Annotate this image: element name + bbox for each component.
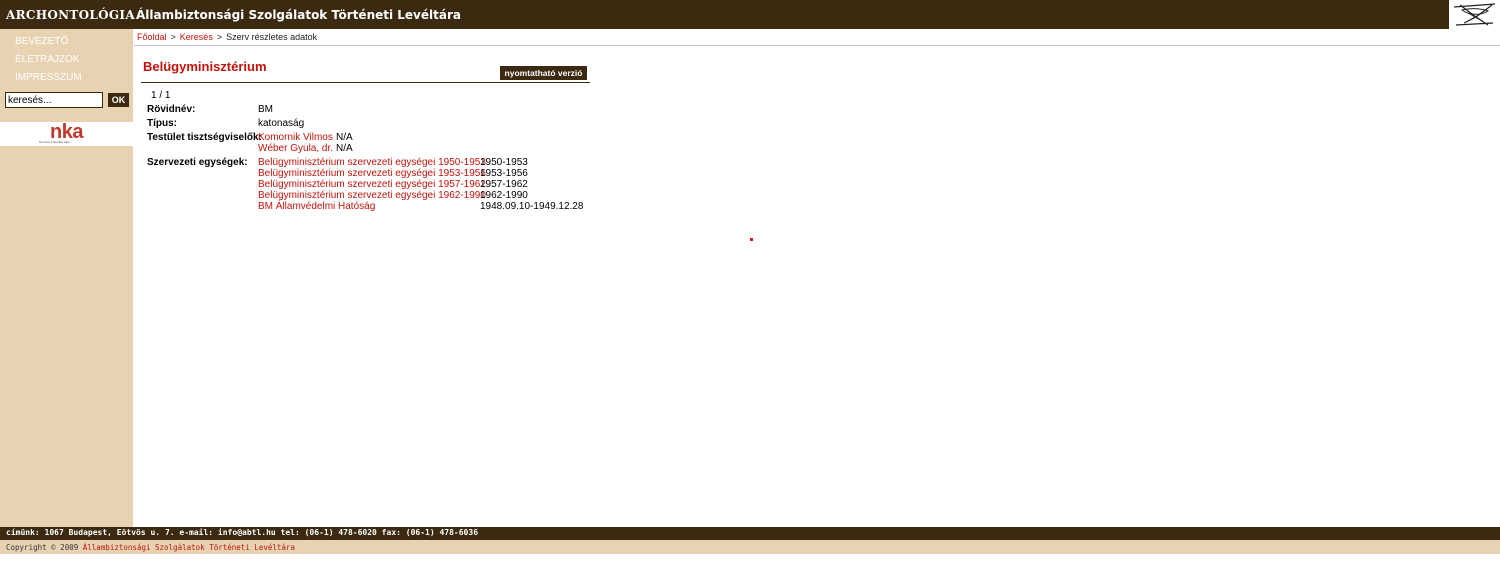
header-bar: ARCHONTOLÓGIA Állambiztonsági Szolgálato… bbox=[0, 0, 1500, 29]
search-ok-button[interactable]: OK bbox=[108, 93, 129, 107]
search-input[interactable] bbox=[5, 92, 103, 108]
field-label-rovidnev: Rövidnév: bbox=[147, 104, 196, 115]
field-value-tipus: katonaság bbox=[258, 118, 305, 129]
nav-impresszum[interactable]: IMPRESSZUM bbox=[15, 72, 82, 83]
copyright-org-link[interactable]: Állambiztonsági Szolgálatok Történeti Le… bbox=[83, 543, 295, 552]
unit-period: 1950-1953 bbox=[480, 157, 528, 168]
brand-title[interactable]: ARCHONTOLÓGIA bbox=[6, 8, 135, 22]
breadcrumb-search-link[interactable]: Keresés bbox=[180, 32, 213, 42]
field-value-rovidnev: BM bbox=[258, 104, 273, 115]
official-value: N/A bbox=[336, 132, 353, 143]
unit-period: 1953-1956 bbox=[480, 168, 528, 179]
unit-period: 1957-1962 bbox=[480, 179, 528, 190]
loading-dot bbox=[750, 238, 753, 241]
page-count: 1 / 1 bbox=[151, 90, 171, 101]
page-title: Belügyminisztérium bbox=[143, 59, 267, 74]
breadcrumb-home-link[interactable]: Főoldal bbox=[137, 32, 167, 42]
breadcrumb: Főoldal > Keresés > Szerv részletes adatok bbox=[137, 32, 317, 42]
unit-period: 1962-1990 bbox=[480, 190, 528, 201]
official-link[interactable]: Wéber Gyula, dr. bbox=[258, 143, 333, 154]
archive-logo[interactable] bbox=[1449, 0, 1500, 29]
nka-logo[interactable]: nka Nemzeti Kulturális Alap bbox=[0, 121, 133, 146]
nav-bevezeto[interactable]: BEVEZETŐ bbox=[15, 36, 68, 47]
sidebar: BEVEZETŐ ÉLETRAJZOK IMPRESSZUM OK nka Ne… bbox=[0, 29, 133, 527]
official-value: N/A bbox=[336, 143, 353, 154]
footer-copyright: Copyright © 2009 Állambiztonsági Szolgál… bbox=[6, 543, 295, 552]
breadcrumb-divider bbox=[134, 45, 1500, 46]
nka-logo-subtitle: Nemzeti Kulturális Alap bbox=[39, 140, 70, 144]
field-label-egysegek: Szervezeti egységek: bbox=[147, 157, 248, 168]
copyright-prefix: Copyright © 2009 bbox=[6, 543, 79, 552]
archive-logo-icon bbox=[1453, 3, 1496, 26]
heading-divider bbox=[141, 82, 590, 83]
field-label-tipus: Típus: bbox=[147, 118, 177, 129]
unit-link[interactable]: Belügyminisztérium szervezeti egységei 1… bbox=[258, 168, 486, 179]
footer-copyright-bar: Copyright © 2009 Állambiztonsági Szolgál… bbox=[0, 540, 1500, 554]
footer-contact: címünk: 1067 Budapest, Eötvös u. 7. e-ma… bbox=[6, 528, 479, 537]
breadcrumb-current: Szerv részletes adatok bbox=[226, 32, 318, 42]
unit-link[interactable]: BM Államvédelmi Hatóság bbox=[258, 201, 375, 212]
unit-link[interactable]: Belügyminisztérium szervezeti egységei 1… bbox=[258, 190, 486, 201]
breadcrumb-separator: > bbox=[170, 32, 176, 42]
field-label-tisztsegviselok: Testület tisztségviselők: bbox=[147, 132, 262, 143]
nav-eletrajzok[interactable]: ÉLETRAJZOK bbox=[15, 54, 79, 65]
breadcrumb-separator: > bbox=[216, 32, 223, 42]
footer-contact-bar: címünk: 1067 Budapest, Eötvös u. 7. e-ma… bbox=[0, 527, 1500, 540]
official-link[interactable]: Komornik Vilmos bbox=[258, 132, 333, 143]
unit-link[interactable]: Belügyminisztérium szervezeti egységei 1… bbox=[258, 157, 486, 168]
site-title[interactable]: Állambiztonsági Szolgálatok Történeti Le… bbox=[136, 8, 461, 22]
unit-link[interactable]: Belügyminisztérium szervezeti egységei 1… bbox=[258, 179, 486, 190]
print-version-button[interactable]: nyomtatható verzió bbox=[500, 66, 587, 80]
unit-period: 1948.09.10-1949.12.28 bbox=[480, 201, 584, 212]
